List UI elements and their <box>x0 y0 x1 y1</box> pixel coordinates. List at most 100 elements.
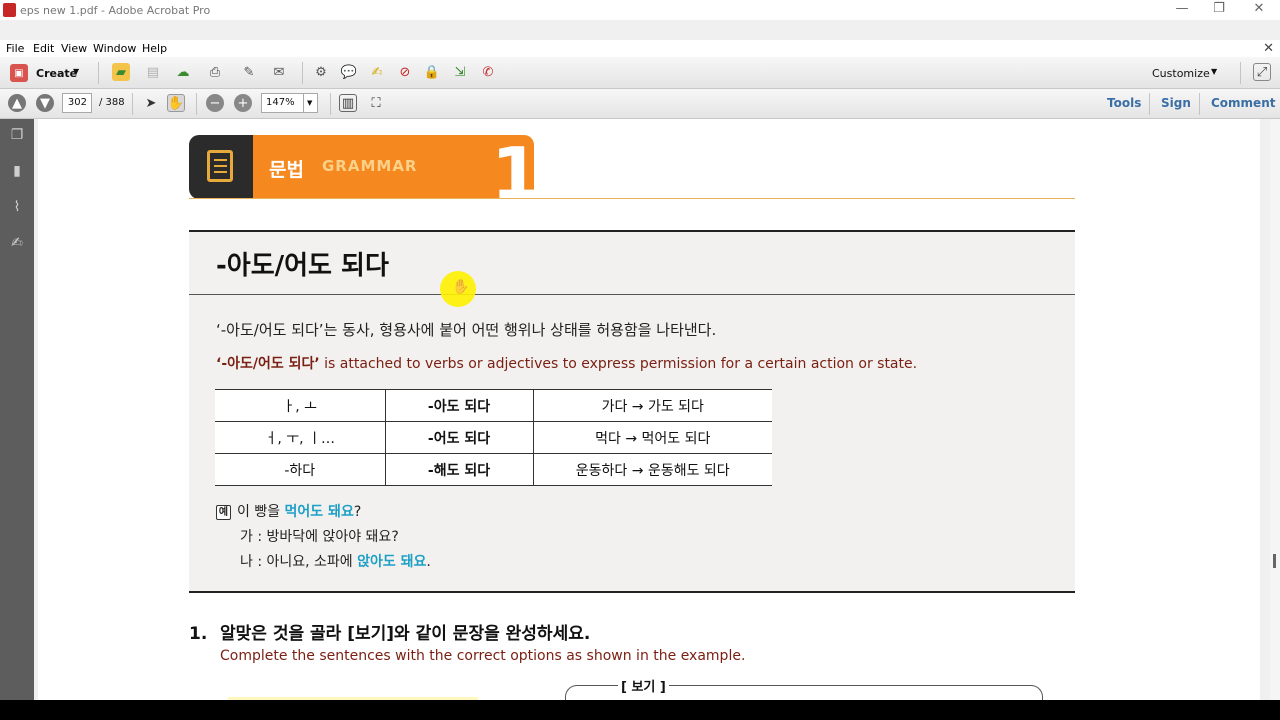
create-icon[interactable]: ▣ <box>10 64 28 82</box>
zoom-level-input[interactable]: 147% <box>261 93 305 113</box>
page-thumbnails-icon[interactable]: ❐ <box>8 127 26 145</box>
menu-view[interactable]: View <box>61 42 87 55</box>
example-box-label: [ 보기 ] <box>618 676 669 695</box>
export-icon[interactable]: ⇲ <box>451 63 469 81</box>
table-cell: -하다 <box>215 453 385 486</box>
example-box: [ 보기 ] <box>565 676 1043 700</box>
select-tool-icon[interactable]: ➤ <box>142 94 160 112</box>
create-button[interactable]: Create <box>36 67 77 80</box>
table-row: ㅓ, ㅜ, ㅣ… -어도 되다 먹다 → 먹어도 되다 <box>215 421 772 454</box>
conjugation-table: ㅏ, ㅗ -아도 되다 가다 → 가도 되다 ㅓ, ㅜ, ㅣ… -어도 되다 먹… <box>215 389 772 486</box>
table-cell: ㅓ, ㅜ, ㅣ… <box>215 421 385 454</box>
menu-edit[interactable]: Edit <box>33 42 54 55</box>
signatures-icon[interactable]: ✍ <box>8 235 26 253</box>
comment-pane-link[interactable]: Comment <box>1211 96 1275 110</box>
example-text: 나 : 아니요, 소파에 <box>240 554 358 570</box>
tools-pane-link[interactable]: Tools <box>1107 96 1141 110</box>
grammar-title-band: -아도/어도 되다 <box>189 232 1075 295</box>
question-english: Complete the sentences with the correct … <box>220 648 746 664</box>
upload-icon[interactable]: ☁ <box>174 63 192 81</box>
table-cell: ㅏ, ㅗ <box>215 389 385 422</box>
vertical-scrollbar[interactable] <box>1270 119 1280 700</box>
header-english: GRAMMAR <box>322 157 418 175</box>
separator <box>302 62 303 84</box>
separator <box>1199 93 1200 115</box>
fit-page-icon[interactable]: ▥ <box>339 94 357 112</box>
restore-button[interactable]: ❐ <box>1209 1 1229 19</box>
open-folder-icon[interactable]: ▰ <box>112 63 130 81</box>
page-number-input[interactable]: 302 <box>62 93 92 113</box>
zoom-in-icon[interactable]: + <box>234 94 252 112</box>
header-korean: 문법 <box>269 159 304 181</box>
close-document-icon[interactable]: ✕ <box>1263 41 1274 56</box>
save-icon[interactable]: ▤ <box>144 63 162 81</box>
delete-icon[interactable]: ⊘ <box>396 63 414 81</box>
zoom-dropdown-icon[interactable]: ▼ <box>303 93 318 113</box>
example-text: 이 빵을 <box>237 504 285 520</box>
separator <box>196 93 197 115</box>
chevron-down-icon[interactable]: ▼ <box>1211 67 1217 76</box>
description-english-pattern: ‘-아도/어도 되다’ <box>216 356 320 372</box>
pdf-page: 문법 GRAMMAR 1 -아도/어도 되다 ‘-아도/어도 되다’는 동사, … <box>38 119 1260 700</box>
example-tag: 예 <box>216 505 231 520</box>
lock-icon[interactable]: 🔒 <box>423 63 441 81</box>
comment-icon[interactable]: 💬 <box>340 63 358 81</box>
sign-pane-link[interactable]: Sign <box>1161 96 1191 110</box>
table-cell: -어도 되다 <box>384 421 533 454</box>
expand-icon[interactable]: ⤢ <box>1253 63 1271 81</box>
email-icon[interactable]: ✉ <box>270 63 288 81</box>
pdf-app-icon <box>3 3 16 17</box>
question-korean: 알맞은 것을 골라 [보기]와 같이 문장을 완성하세요. <box>220 624 591 644</box>
menu-window[interactable]: Window <box>93 42 136 55</box>
description-english-text: is attached to verbs or adjectives to ex… <box>319 356 918 372</box>
sticky-note-icon[interactable]: ✍ <box>368 63 386 81</box>
table-cell: -해도 되다 <box>384 453 533 486</box>
main-toolbar: ▣ Create ▼ ▰ ▤ ☁ ⎙ ✎ ✉ ⚙ 💬 ✍ ⊘ 🔒 ⇲ ✆ Cus… <box>0 57 1280 89</box>
cursor-highlight: ✋ <box>440 271 476 307</box>
menu-file[interactable]: File <box>6 42 24 55</box>
question-number: 1. <box>189 624 208 644</box>
hand-cursor-icon: ✋ <box>452 279 470 295</box>
zoom-out-icon[interactable]: − <box>206 94 224 112</box>
grammar-header: 문법 GRAMMAR 1 <box>253 135 534 199</box>
example-highlight: 먹어도 돼요 <box>284 504 354 520</box>
customize-button[interactable]: Customize <box>1152 67 1210 80</box>
close-window-button[interactable]: ✕ <box>1249 1 1269 19</box>
header-rule <box>189 198 1075 199</box>
header-number: 1 <box>491 135 534 199</box>
next-page-icon[interactable]: ▼ <box>36 94 54 112</box>
previous-page-icon[interactable]: ▲ <box>8 94 26 112</box>
acrobat-window: File Edit View Window Help ✕ ▣ Create ▼ … <box>0 20 1280 700</box>
example-text: ? <box>353 504 362 520</box>
table-row: ㅏ, ㅗ -아도 되다 가다 → 가도 되다 <box>215 389 772 422</box>
separator <box>1240 62 1241 84</box>
exercise-question: 1. 알맞은 것을 골라 [보기]와 같이 문장을 완성하세요. <box>189 619 590 644</box>
grammar-box: -아도/어도 되다 ‘-아도/어도 되다’는 동사, 형용사에 붙어 어떤 행위… <box>189 230 1075 593</box>
example-highlight: 앉아도 돼요 <box>357 554 427 570</box>
minimize-button[interactable]: — <box>1172 1 1192 19</box>
description-english: ‘-아도/어도 되다’ is attached to verbs or adje… <box>216 353 917 373</box>
document-icon <box>207 150 233 182</box>
chevron-down-icon[interactable]: ▼ <box>73 67 79 76</box>
hand-tool-icon[interactable]: ✋ <box>167 94 185 112</box>
document-area: 문법 GRAMMAR 1 -아도/어도 되다 ‘-아도/어도 되다’는 동사, … <box>34 119 1270 700</box>
edit-icon[interactable]: ✎ <box>240 63 258 81</box>
example-line: 예 이 빵을 먹어도 돼요? <box>216 500 431 525</box>
answer-highlight-strip <box>228 697 478 700</box>
menu-bar: File Edit View Window Help ✕ <box>0 40 1280 57</box>
scrollbar-thumb[interactable] <box>1273 554 1276 568</box>
bookmarks-icon[interactable]: ▮ <box>8 163 26 181</box>
page-total: / 388 <box>99 97 125 108</box>
navigation-pane: ❐ ▮ ⌇ ✍ <box>0 119 34 700</box>
example-line: 나 : 아니요, 소파에 앉아도 돼요. <box>216 550 431 575</box>
gear-icon[interactable]: ⚙ <box>312 63 330 81</box>
print-icon[interactable]: ⎙ <box>206 63 224 81</box>
attachments-icon[interactable]: ⌇ <box>8 199 26 217</box>
example-text: . <box>426 554 431 570</box>
stamp-icon[interactable]: ✆ <box>479 63 497 81</box>
separator <box>330 93 331 115</box>
fullscreen-icon[interactable]: ⛶ <box>367 94 385 112</box>
menu-help[interactable]: Help <box>142 42 167 55</box>
table-row: -하다 -해도 되다 운동하다 → 운동해도 되다 <box>215 453 772 486</box>
separator <box>132 93 133 115</box>
